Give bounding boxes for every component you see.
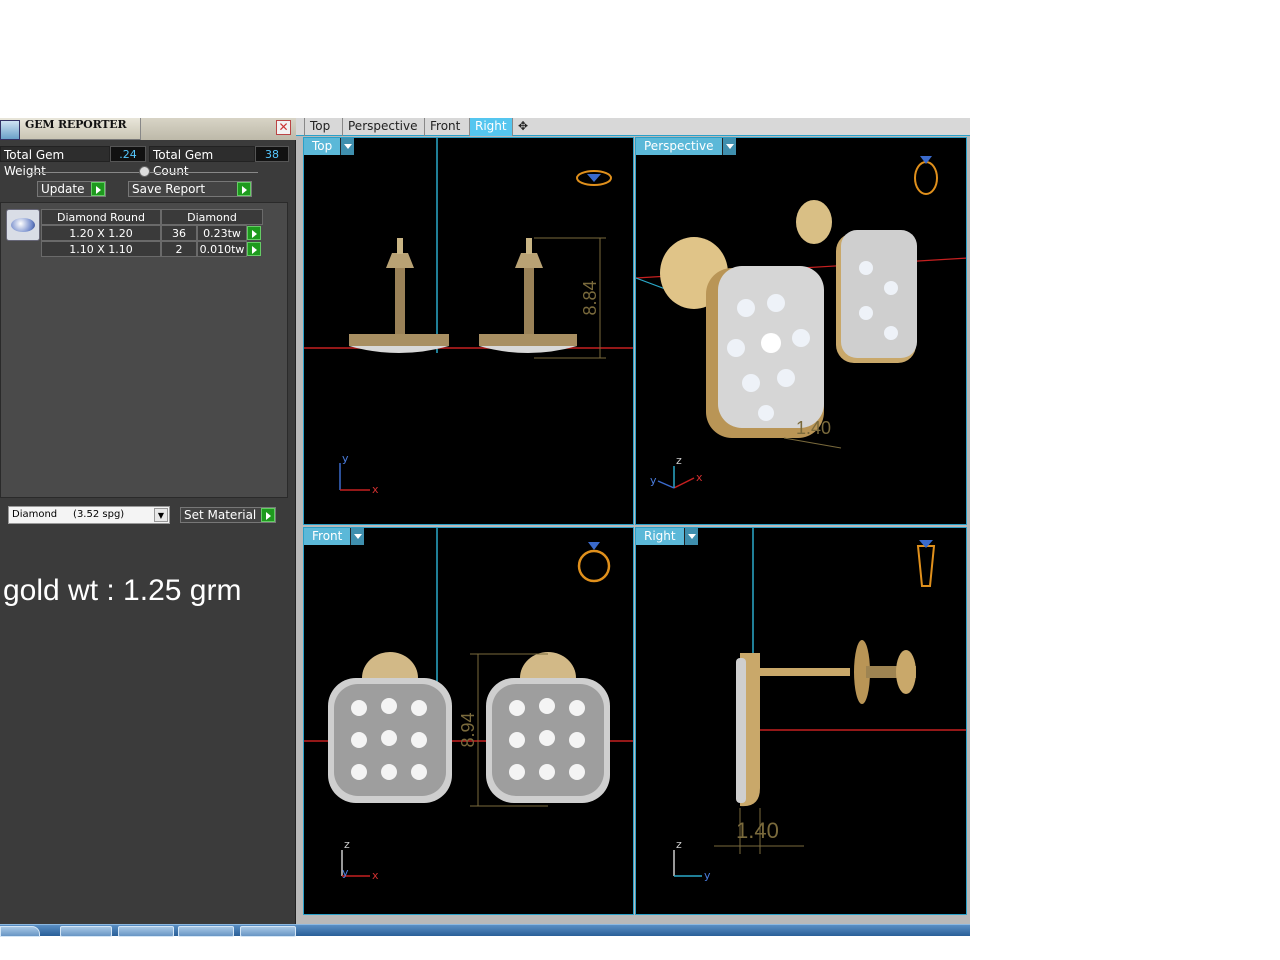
chevron-down-icon [721,138,736,155]
tab-right[interactable]: Right [469,118,512,136]
viewport-tab-bar: Top Perspective Front Right ✥ [296,118,970,136]
viewport-area: Top Perspective Front Right ✥ 8.84 y x T… [296,118,970,930]
z-axis-label: z [344,838,350,851]
set-material-button-label: Set Material [184,508,257,522]
material-select[interactable]: Diamond (3.52 spg) ▼ [8,506,170,524]
gem-table: Diamond Round Diamond 1.20 X 1.20 36 0.2… [0,202,288,498]
windows-taskbar [0,924,970,937]
gem-reporter-logo-icon [0,120,20,140]
total-gem-count-label: Total Gem Count [149,146,255,178]
taskbar-app-button[interactable] [118,926,174,937]
chevron-down-icon: ▼ [154,508,168,522]
total-gem-weight-label: Total Gem Weight [0,146,110,178]
table-row-weight: 0.010tw [197,241,247,257]
table-header-material: Diamond [161,209,263,225]
chevron-down-icon [350,528,365,545]
row-select-arrow-icon[interactable] [247,242,261,256]
top-view-canvas: 8.84 y x [304,138,633,496]
diamond-icon [11,218,35,232]
x-axis-label: x [372,483,379,496]
x-axis-label: x [372,869,379,882]
viewport-perspective[interactable]: 1.40 z x y Perspective [635,137,967,525]
play-arrow-icon [91,182,105,196]
viewport-front[interactable]: 8.94 z x y Front [303,527,634,915]
set-material-button[interactable]: Set Material [180,507,276,523]
chevron-down-icon [340,138,355,155]
viewport-right[interactable]: 1.40 z y Right [635,527,967,915]
table-header-shape: Diamond Round [41,209,161,225]
play-arrow-icon [261,508,275,522]
z-axis-label: z [676,838,682,851]
viewport-perspective-label: Perspective [644,139,714,153]
x-axis-label: x [696,471,703,484]
viewport-right-menu[interactable]: Right [636,528,698,545]
update-button[interactable]: Update [37,181,106,197]
tab-perspective[interactable]: Perspective [342,118,423,136]
viewport-top-label: Top [312,139,333,153]
table-row-count: 36 [161,225,197,241]
diamond-round-thumbnail[interactable] [6,209,40,241]
chevron-down-icon [683,528,698,545]
y-axis-label: y [342,452,349,465]
viewport-perspective-menu[interactable]: Perspective [636,138,736,155]
front-dimension-label: 8.94 [458,712,478,747]
table-row-size: 1.10 X 1.10 [41,241,161,257]
save-report-button[interactable]: Save Report [128,181,252,197]
perspective-view-canvas: 1.40 z x y [636,156,966,489]
update-button-label: Update [41,182,85,196]
gem-reporter-header-bar [140,118,296,140]
right-view-canvas: 1.40 z y [673,528,966,882]
viewport-front-label: Front [312,529,343,543]
gem-reporter-title: GEM REPORTER [25,118,127,131]
gem-reporter-panel: GEM REPORTER ✕ Total Gem Weight .24 Tota… [0,118,296,930]
table-row-size: 1.20 X 1.20 [41,225,161,241]
app-window: GEM REPORTER ✕ Total Gem Weight .24 Tota… [0,0,1280,960]
taskbar-app-button[interactable] [240,926,296,937]
taskbar-app-button[interactable] [60,926,112,937]
viewport-front-menu[interactable]: Front [304,528,365,545]
right-dimension-label: 1.40 [736,818,779,843]
tab-front[interactable]: Front [424,118,465,136]
table-row-count: 2 [161,241,197,257]
tab-top[interactable]: Top [304,118,335,136]
front-view-canvas: 8.94 z x y [304,528,633,882]
start-button[interactable] [0,926,40,937]
save-report-button-label: Save Report [132,182,206,196]
viewport-right-label: Right [644,529,676,543]
add-tab-icon[interactable]: ✥ [512,118,533,136]
close-icon[interactable]: ✕ [276,120,291,135]
material-select-value: Diamond (3.52 spg) [12,509,125,520]
top-dimension-label: 8.84 [580,280,600,315]
y-axis-label: y [342,866,349,879]
y-axis-label: y [704,869,711,882]
row-select-arrow-icon[interactable] [247,226,261,240]
viewport-top[interactable]: 8.84 y x Top [303,137,634,525]
table-row-weight: 0.23tw [197,225,247,241]
total-gem-weight-value: .24 [110,146,146,162]
splitter-handle[interactable] [139,166,150,177]
y-axis-label: y [650,474,657,487]
total-gem-count-value: 38 [255,146,289,162]
z-axis-label: z [676,454,682,467]
taskbar-app-button[interactable] [178,926,234,937]
gem-reporter-header: GEM REPORTER ✕ [0,118,296,140]
viewport-top-menu[interactable]: Top [304,138,355,155]
play-arrow-icon [237,182,251,196]
gold-weight-note: gold wt : 1.25 grm [3,574,242,607]
perspective-dimension-label: 1.40 [796,418,831,438]
